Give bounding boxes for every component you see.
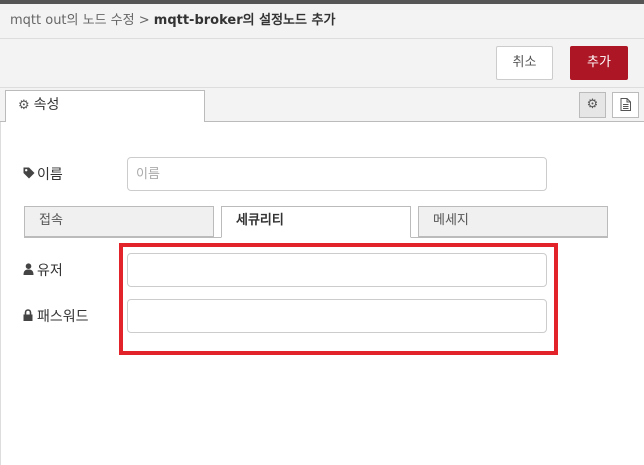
name-label-text: 이름 [37, 167, 63, 183]
tab-properties[interactable]: ⚙ 속성 [5, 90, 205, 123]
tab-bar: ⚙ 속성 ⚙ [0, 88, 644, 123]
breadcrumb: mqtt out의 노드 수정 > mqtt-broker의 설정노드 추가 [0, 4, 644, 39]
name-label: 이름 [23, 164, 63, 184]
breadcrumb-current: mqtt-broker의 설정노드 추가 [153, 13, 336, 28]
subtab-connection[interactable]: 접속 [24, 206, 214, 237]
password-label-text: 패스워드 [37, 309, 89, 325]
user-icon [23, 263, 37, 278]
tag-icon [23, 167, 37, 182]
document-icon [620, 98, 631, 111]
gear-icon: ⚙ [586, 97, 599, 112]
user-input[interactable] [127, 253, 547, 287]
user-label: 유저 [23, 260, 63, 280]
subtab-security[interactable]: 세큐리티 [221, 206, 411, 238]
name-input[interactable] [127, 157, 547, 191]
lock-icon [23, 309, 37, 324]
password-input[interactable] [127, 299, 547, 333]
user-label-text: 유저 [37, 263, 63, 279]
description-button[interactable] [612, 92, 639, 118]
password-label: 패스워드 [23, 306, 89, 326]
breadcrumb-previous[interactable]: mqtt out의 노드 수정 [10, 13, 135, 28]
add-button[interactable]: 추가 [570, 46, 628, 80]
gear-icon: ⚙ [18, 98, 30, 113]
tab-properties-label: 속성 [33, 97, 60, 113]
properties-panel: 이름 접속 세큐리티 메세지 유저 패스워드 [0, 122, 644, 465]
cancel-button[interactable]: 취소 [496, 46, 553, 80]
dialog-toolbar: 취소 추가 [0, 39, 644, 88]
settings-button[interactable]: ⚙ [579, 92, 606, 118]
subtab-messages[interactable]: 메세지 [418, 206, 608, 237]
broker-subtabs: 접속 세큐리티 메세지 [24, 206, 608, 238]
breadcrumb-separator: > [134, 13, 154, 28]
